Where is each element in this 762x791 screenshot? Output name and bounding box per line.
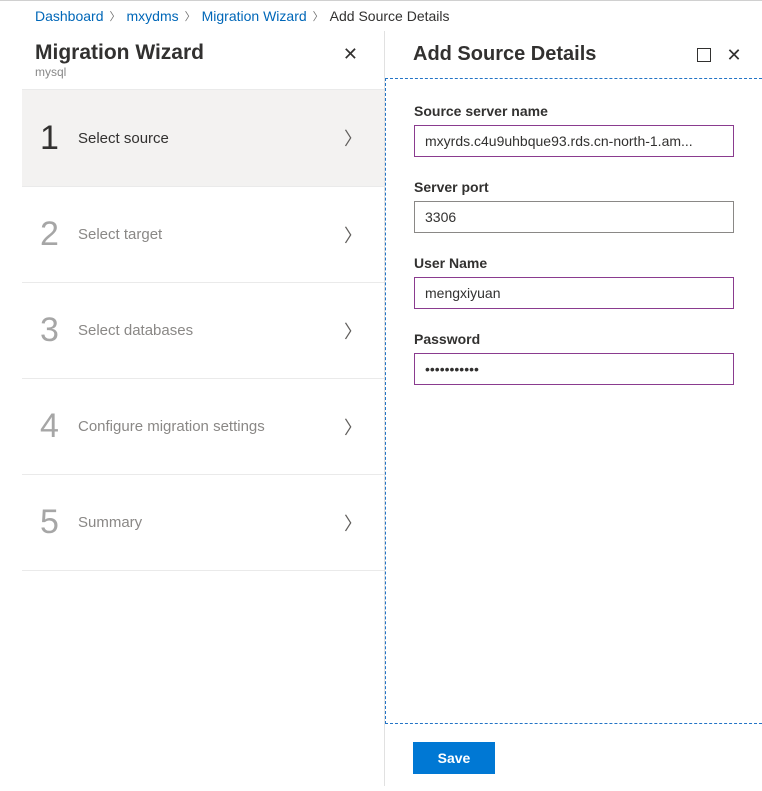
close-icon: ✕ bbox=[726, 46, 741, 64]
close-panel-button[interactable]: ✕ bbox=[726, 47, 742, 63]
wizard-steps: 1 Select source 〉 2 Select target 〉 3 Se… bbox=[22, 89, 384, 571]
close-icon: ✕ bbox=[343, 44, 358, 64]
panel-body: Source server name Server port User Name… bbox=[385, 78, 762, 786]
step-number: 1 bbox=[40, 119, 78, 158]
user-name-label: User Name bbox=[414, 255, 734, 271]
maximize-icon bbox=[697, 48, 711, 62]
chevron-right-icon: 〉 bbox=[344, 318, 362, 344]
server-port-label: Server port bbox=[414, 179, 734, 195]
breadcrumb-item-dashboard[interactable]: Dashboard bbox=[35, 8, 104, 24]
breadcrumb: Dashboard 〉 mxydms 〉 Migration Wizard 〉 … bbox=[0, 1, 762, 31]
password-label: Password bbox=[414, 331, 734, 347]
chevron-right-icon: 〉 bbox=[344, 125, 362, 151]
breadcrumb-sep-icon: 〉 bbox=[185, 8, 196, 24]
chevron-right-icon: 〉 bbox=[344, 222, 362, 248]
step-label: Select source bbox=[78, 130, 344, 147]
close-wizard-button[interactable]: ✕ bbox=[339, 41, 362, 67]
step-label: Configure migration settings bbox=[78, 418, 344, 435]
user-name-input[interactable] bbox=[414, 277, 734, 309]
main-area: Migration Wizard mysql ✕ 1 Select source… bbox=[0, 31, 762, 786]
step-number: 2 bbox=[40, 215, 78, 254]
step-configure-migration-settings[interactable]: 4 Configure migration settings 〉 bbox=[22, 378, 384, 474]
panel-title: Add Source Details bbox=[413, 43, 596, 66]
step-label: Select databases bbox=[78, 322, 344, 339]
wizard-title: Migration Wizard bbox=[35, 41, 204, 65]
password-input[interactable] bbox=[414, 353, 734, 385]
breadcrumb-sep-icon: 〉 bbox=[110, 8, 121, 24]
wizard-title-block: Migration Wizard mysql bbox=[35, 41, 204, 79]
restore-window-button[interactable] bbox=[696, 47, 712, 63]
wizard-steps-wrapper: 1 Select source 〉 2 Select target 〉 3 Se… bbox=[0, 89, 384, 571]
panel-content: Source server name Server port User Name… bbox=[385, 78, 762, 724]
step-label: Select target bbox=[78, 226, 344, 243]
panel-header: Add Source Details ✕ bbox=[385, 31, 762, 78]
chevron-right-icon: 〉 bbox=[344, 414, 362, 440]
source-server-name-input[interactable] bbox=[414, 125, 734, 157]
panel-footer: Save bbox=[385, 724, 762, 786]
field-source-server-name: Source server name bbox=[414, 103, 734, 157]
step-summary[interactable]: 5 Summary 〉 bbox=[22, 474, 384, 570]
breadcrumb-item-migration-wizard[interactable]: Migration Wizard bbox=[202, 8, 307, 24]
breadcrumb-sep-icon: 〉 bbox=[313, 8, 324, 24]
field-user-name: User Name bbox=[414, 255, 734, 309]
breadcrumb-item-mxydms[interactable]: mxydms bbox=[127, 8, 179, 24]
source-server-name-label: Source server name bbox=[414, 103, 734, 119]
save-button[interactable]: Save bbox=[413, 742, 495, 774]
breadcrumb-item-current: Add Source Details bbox=[330, 8, 450, 24]
step-number: 4 bbox=[40, 407, 78, 446]
field-server-port: Server port bbox=[414, 179, 734, 233]
field-password: Password bbox=[414, 331, 734, 385]
panel-header-icons: ✕ bbox=[696, 47, 742, 63]
wizard-header: Migration Wizard mysql ✕ bbox=[0, 31, 384, 89]
details-panel: Add Source Details ✕ Source server name … bbox=[385, 31, 762, 786]
step-select-target[interactable]: 2 Select target 〉 bbox=[22, 186, 384, 282]
step-select-source[interactable]: 1 Select source 〉 bbox=[22, 90, 384, 186]
step-number: 5 bbox=[40, 503, 78, 542]
step-select-databases[interactable]: 3 Select databases 〉 bbox=[22, 282, 384, 378]
step-label: Summary bbox=[78, 514, 344, 531]
server-port-input[interactable] bbox=[414, 201, 734, 233]
wizard-subtitle: mysql bbox=[35, 65, 204, 79]
wizard-sidebar: Migration Wizard mysql ✕ 1 Select source… bbox=[0, 31, 385, 786]
step-number: 3 bbox=[40, 311, 78, 350]
chevron-right-icon: 〉 bbox=[344, 510, 362, 536]
